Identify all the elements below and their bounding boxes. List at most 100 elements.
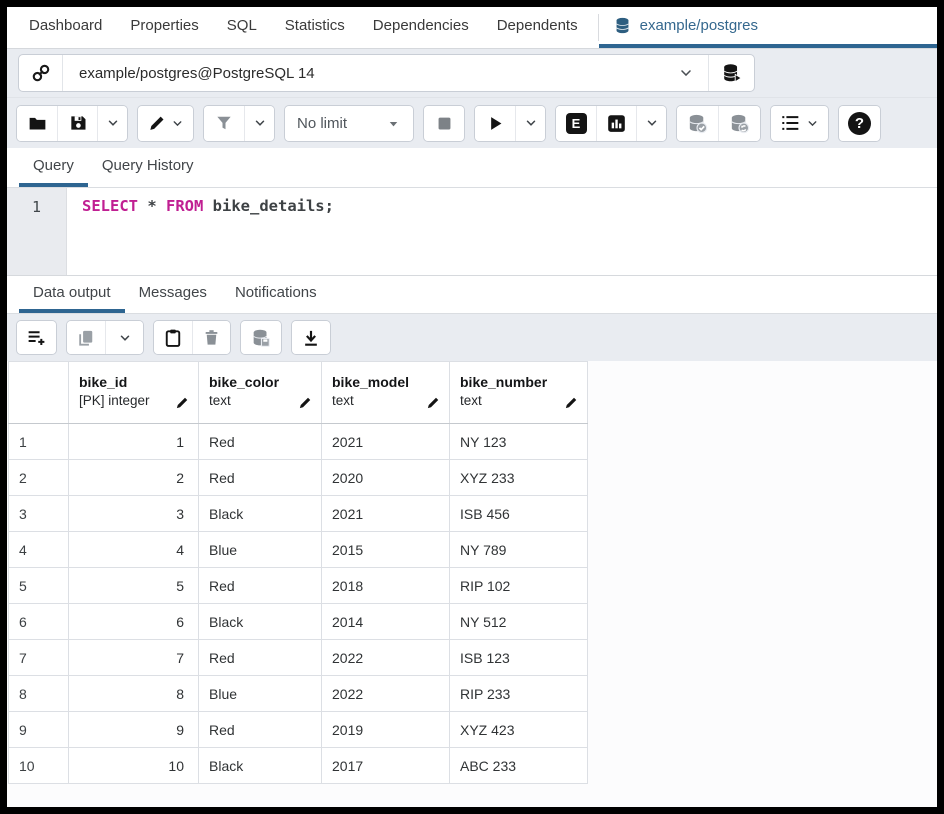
select-all-corner[interactable]	[9, 362, 69, 424]
column-header-bike-color[interactable]: bike_color text	[199, 362, 322, 424]
data-cell[interactable]: Black	[199, 496, 322, 532]
data-cell[interactable]: ISB 123	[450, 640, 588, 676]
data-cell[interactable]: 5	[69, 568, 199, 604]
row-number-cell[interactable]: 3	[9, 496, 69, 532]
connection-dropdown[interactable]: example/postgres@PostgreSQL 14	[63, 55, 708, 91]
save-button[interactable]	[57, 106, 97, 141]
data-cell[interactable]: 2018	[322, 568, 450, 604]
new-connection-button[interactable]	[708, 55, 754, 91]
data-cell[interactable]: 6	[69, 604, 199, 640]
macros-button[interactable]	[771, 106, 828, 141]
row-number-cell[interactable]: 1	[9, 424, 69, 460]
connection-status-button[interactable]	[19, 55, 63, 91]
explain-options-button[interactable]	[636, 106, 666, 141]
row-number-cell[interactable]: 2	[9, 460, 69, 496]
filter-button[interactable]	[204, 106, 244, 141]
data-cell[interactable]: 2021	[322, 424, 450, 460]
data-cell[interactable]: 2022	[322, 640, 450, 676]
data-cell[interactable]: 8	[69, 676, 199, 712]
delete-row-button[interactable]	[192, 321, 230, 354]
explain-analyze-button[interactable]	[596, 106, 636, 141]
execute-button[interactable]	[475, 106, 515, 141]
download-button[interactable]	[292, 321, 330, 354]
data-cell[interactable]: ISB 456	[450, 496, 588, 532]
data-cell[interactable]: 2015	[322, 532, 450, 568]
data-cell[interactable]: RIP 233	[450, 676, 588, 712]
open-file-button[interactable]	[17, 106, 57, 141]
data-cell[interactable]: 2020	[322, 460, 450, 496]
data-cell[interactable]: 2017	[322, 748, 450, 784]
data-cell[interactable]: Red	[199, 568, 322, 604]
save-options-button[interactable]	[97, 106, 127, 141]
row-number-cell[interactable]: 7	[9, 640, 69, 676]
cancel-query-button[interactable]	[424, 106, 464, 141]
data-cell[interactable]: 1	[69, 424, 199, 460]
data-cell[interactable]: ABC 233	[450, 748, 588, 784]
edit-column-icon[interactable]	[426, 395, 441, 410]
edit-column-icon[interactable]	[175, 395, 190, 410]
data-cell[interactable]: 4	[69, 532, 199, 568]
row-limit-select[interactable]: No limit	[285, 106, 413, 141]
save-data-icon	[250, 327, 272, 349]
tab-dependents[interactable]: Dependents	[483, 7, 592, 48]
data-cell[interactable]: 9	[69, 712, 199, 748]
data-cell[interactable]: 2022	[322, 676, 450, 712]
data-cell[interactable]: NY 123	[450, 424, 588, 460]
copy-button[interactable]	[67, 321, 105, 354]
data-cell[interactable]: Black	[199, 748, 322, 784]
commit-button[interactable]	[677, 106, 718, 141]
tab-data-output[interactable]: Data output	[19, 276, 125, 313]
rollback-button[interactable]	[718, 106, 760, 141]
column-header-bike-id[interactable]: bike_id [PK] integer	[69, 362, 199, 424]
save-data-button[interactable]	[241, 321, 281, 354]
data-cell[interactable]: NY 789	[450, 532, 588, 568]
data-cell[interactable]: 2021	[322, 496, 450, 532]
data-cell[interactable]: Red	[199, 712, 322, 748]
column-header-bike-number[interactable]: bike_number text	[450, 362, 588, 424]
tab-statistics[interactable]: Statistics	[271, 7, 359, 48]
data-cell[interactable]: Red	[199, 424, 322, 460]
data-cell[interactable]: 3	[69, 496, 199, 532]
tab-query[interactable]: Query	[19, 148, 88, 187]
row-number-cell[interactable]: 4	[9, 532, 69, 568]
data-cell[interactable]: NY 512	[450, 604, 588, 640]
tab-properties[interactable]: Properties	[116, 7, 212, 48]
column-header-bike-model[interactable]: bike_model text	[322, 362, 450, 424]
filter-options-button[interactable]	[244, 106, 274, 141]
data-cell[interactable]: Black	[199, 604, 322, 640]
data-cell[interactable]: XYZ 233	[450, 460, 588, 496]
help-button[interactable]: ?	[839, 106, 880, 141]
edit-column-icon[interactable]	[298, 395, 313, 410]
row-number-cell[interactable]: 5	[9, 568, 69, 604]
tab-query-tool[interactable]: example/postgres	[599, 7, 937, 48]
tab-sql[interactable]: SQL	[213, 7, 271, 48]
paste-button[interactable]	[154, 321, 192, 354]
tab-query-history[interactable]: Query History	[88, 148, 208, 187]
add-row-button[interactable]	[17, 321, 56, 354]
row-number-cell[interactable]: 9	[9, 712, 69, 748]
tab-notifications[interactable]: Notifications	[221, 276, 331, 313]
data-cell[interactable]: RIP 102	[450, 568, 588, 604]
copy-options-button[interactable]	[105, 321, 143, 354]
data-cell[interactable]: 10	[69, 748, 199, 784]
execute-options-button[interactable]	[515, 106, 545, 141]
data-cell[interactable]: XYZ 423	[450, 712, 588, 748]
tab-dashboard[interactable]: Dashboard	[15, 7, 116, 48]
data-cell[interactable]: Blue	[199, 532, 322, 568]
explain-button[interactable]: E	[556, 106, 596, 141]
data-cell[interactable]: 2014	[322, 604, 450, 640]
data-cell[interactable]: 2019	[322, 712, 450, 748]
row-number-cell[interactable]: 8	[9, 676, 69, 712]
edit-column-icon[interactable]	[564, 395, 579, 410]
sql-code-area[interactable]: SELECT * FROM bike_details;	[67, 188, 937, 275]
tab-messages[interactable]: Messages	[125, 276, 221, 313]
edit-button[interactable]	[138, 106, 193, 141]
data-cell[interactable]: Red	[199, 640, 322, 676]
tab-dependencies[interactable]: Dependencies	[359, 7, 483, 48]
row-number-cell[interactable]: 6	[9, 604, 69, 640]
row-number-cell[interactable]: 10	[9, 748, 69, 784]
data-cell[interactable]: 7	[69, 640, 199, 676]
data-cell[interactable]: Blue	[199, 676, 322, 712]
data-cell[interactable]: Red	[199, 460, 322, 496]
data-cell[interactable]: 2	[69, 460, 199, 496]
